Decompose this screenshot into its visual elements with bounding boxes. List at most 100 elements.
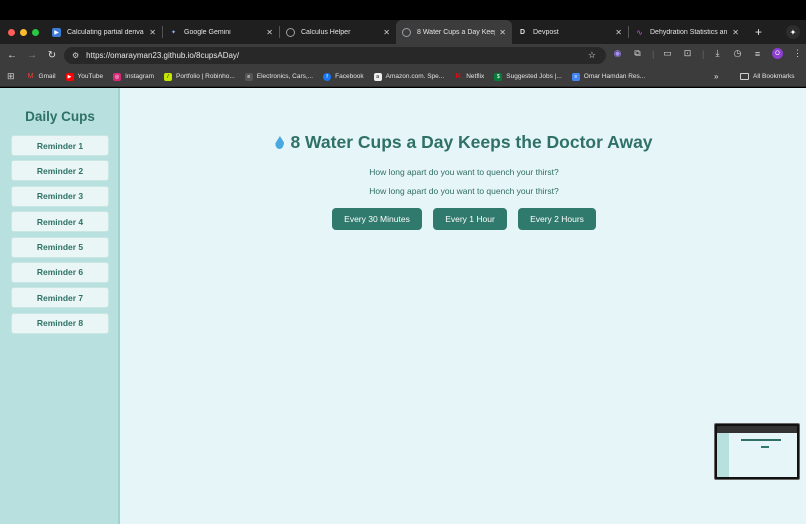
close-tab-icon[interactable]: ✕: [266, 28, 273, 37]
bookmark-resume[interactable]: ≡ Omar Hamdan Res...: [571, 72, 645, 81]
extension-icons: ◉ ⧉ | ▭ ⊡ | ⤓ ◷ ≡ O ⋮: [612, 48, 803, 59]
close-tab-icon[interactable]: ✕: [615, 28, 622, 37]
tab-1[interactable]: ▶ Calculating partial deriva ✕: [46, 20, 162, 44]
interval-question-repeat: How long apart do you want to quench you…: [369, 186, 559, 196]
tab-title: Devpost: [533, 28, 559, 36]
every-1-hour-button[interactable]: Every 1 Hour: [433, 208, 507, 230]
extension-icon[interactable]: ◉: [612, 48, 623, 59]
globe-icon: [402, 27, 411, 37]
netflix-icon: N: [455, 73, 461, 80]
profile-avatar[interactable]: O: [772, 48, 783, 59]
all-bookmarks-button[interactable]: All Bookmarks: [740, 73, 795, 80]
interval-question: How long apart do you want to quench you…: [369, 167, 559, 177]
history-icon[interactable]: ◷: [732, 48, 743, 59]
new-tab-button[interactable]: +: [755, 25, 762, 39]
tab-5[interactable]: D Devpost ✕: [512, 20, 628, 44]
page-heading: 8 Water Cups a Day Keeps the Doctor Away: [122, 132, 806, 153]
site-info-icon[interactable]: ⚙: [72, 51, 79, 60]
youtube-icon: ▶: [52, 27, 61, 37]
bookmark-jobs[interactable]: $ Suggested Jobs |...: [494, 72, 562, 81]
bookmark-instagram[interactable]: ◎ Instagram: [113, 72, 154, 81]
globe-icon: [286, 27, 295, 37]
tab-6[interactable]: ∿ Dehydration Statistics an ✕: [629, 20, 745, 44]
robinhood-icon: /: [163, 72, 172, 81]
interval-buttons: Every 30 Minutes Every 1 Hour Every 2 Ho…: [122, 208, 806, 230]
amazon-icon: a: [373, 72, 382, 81]
thumbnail-preview: [717, 426, 797, 477]
tab-3[interactable]: Calculus Helper ✕: [280, 20, 396, 44]
ebay-icon: e: [244, 72, 253, 81]
puzzle-icon[interactable]: ⧉: [632, 48, 643, 59]
close-tab-icon[interactable]: ✕: [149, 28, 156, 37]
reminder-button-7[interactable]: Reminder 7: [11, 287, 109, 309]
every-30-minutes-button[interactable]: Every 30 Minutes: [332, 208, 422, 230]
screenshot-thumbnail[interactable]: [714, 423, 800, 480]
back-arrow-icon[interactable]: ←: [2, 50, 22, 61]
reload-icon[interactable]: ↻: [42, 50, 62, 61]
web-page: Daily Cups Reminder 1 Reminder 2 Reminde…: [0, 88, 806, 524]
reminder-list: Reminder 1 Reminder 2 Reminder 3 Reminde…: [11, 135, 109, 338]
top-strip: [0, 0, 806, 20]
reminder-button-5[interactable]: Reminder 5: [11, 236, 109, 258]
docs-icon: ≡: [571, 72, 580, 81]
close-window-button[interactable]: [8, 28, 15, 36]
every-2-hours-button[interactable]: Every 2 Hours: [518, 208, 596, 230]
reminder-button-2[interactable]: Reminder 2: [11, 160, 109, 182]
download-icon[interactable]: ⤓: [712, 48, 723, 59]
forward-arrow-icon[interactable]: →: [22, 50, 42, 61]
menu-dots-icon[interactable]: ⋮: [792, 48, 803, 59]
gmail-icon: M: [27, 73, 34, 80]
window-controls: [8, 28, 46, 36]
reminder-button-8[interactable]: Reminder 8: [11, 312, 109, 334]
sidebar-title: Daily Cups: [25, 109, 95, 124]
youtube-icon: ▶: [65, 72, 74, 81]
gemini-button-icon[interactable]: ✦: [786, 25, 800, 39]
reminder-button-1[interactable]: Reminder 1: [11, 135, 109, 156]
tab-2[interactable]: ✦ Google Gemini ✕: [163, 20, 279, 44]
reading-list-icon[interactable]: ≡: [752, 49, 763, 59]
more-bookmarks-icon[interactable]: »: [714, 72, 718, 81]
close-tab-icon[interactable]: ✕: [499, 28, 506, 37]
tab-title: Google Gemini: [184, 28, 231, 36]
folder-icon: [740, 73, 749, 80]
bookmark-portfolio[interactable]: / Portfolio | Robinho...: [163, 72, 235, 81]
address-bar[interactable]: ⚙ https://omarayman23.github.io/8cupsADa…: [64, 47, 606, 64]
chart-icon: ∿: [636, 27, 643, 37]
tab-title: Calculus Helper: [301, 28, 351, 36]
instagram-icon: ◎: [113, 72, 122, 81]
bookmark-gmail[interactable]: M Gmail: [27, 73, 56, 81]
bookmark-star-icon[interactable]: ☆: [588, 50, 596, 61]
facebook-icon: f: [323, 72, 332, 81]
tab-4-active[interactable]: 8 Water Cups a Day Keep ✕: [396, 20, 512, 44]
divider: |: [652, 48, 655, 59]
devpost-icon: D: [519, 28, 526, 36]
main-content: 8 Water Cups a Day Keeps the Doctor Away…: [122, 88, 806, 524]
reminder-button-4[interactable]: Reminder 4: [11, 211, 109, 233]
gemini-icon: ✦: [170, 29, 177, 36]
sidebar: Daily Cups Reminder 1 Reminder 2 Reminde…: [0, 88, 120, 524]
tab-bar: ▶ Calculating partial deriva ✕ ✦ Google …: [0, 20, 806, 44]
toolbar: ← → ↻ ⚙ https://omarayman23.github.io/8c…: [0, 44, 806, 67]
cast-icon[interactable]: ▭: [662, 48, 673, 59]
apps-grid-icon[interactable]: ⊞: [7, 71, 15, 82]
reminder-button-6[interactable]: Reminder 6: [11, 261, 109, 283]
bookmark-amazon[interactable]: a Amazon.com. Spe...: [373, 72, 444, 81]
minimize-window-button[interactable]: [20, 28, 27, 36]
url-text[interactable]: https://omarayman23.github.io/8cupsADay/: [86, 51, 239, 60]
bookmark-facebook[interactable]: f Facebook: [323, 72, 364, 81]
jobs-icon: $: [494, 72, 503, 81]
reminder-button-3[interactable]: Reminder 3: [11, 185, 109, 207]
tab-title: Calculating partial deriva: [67, 28, 144, 36]
divider: |: [702, 48, 705, 59]
bookmark-netflix[interactable]: N Netflix: [454, 73, 485, 81]
water-drop-icon: [275, 136, 285, 149]
close-tab-icon[interactable]: ✕: [732, 28, 739, 37]
bookmarks-bar: ⊞ M Gmail ▶ YouTube ◎ Instagram / Portfolio …: [0, 67, 806, 87]
heading-text: 8 Water Cups a Day Keeps the Doctor Away: [290, 132, 653, 152]
screenshot-icon[interactable]: ⊡: [682, 48, 693, 59]
close-tab-icon[interactable]: ✕: [383, 28, 390, 37]
tab-title: 8 Water Cups a Day Keep: [417, 28, 496, 36]
maximize-window-button[interactable]: [32, 28, 39, 36]
bookmark-electronics[interactable]: e Electronics, Cars,...: [244, 72, 313, 81]
bookmark-youtube[interactable]: ▶ YouTube: [65, 72, 103, 81]
